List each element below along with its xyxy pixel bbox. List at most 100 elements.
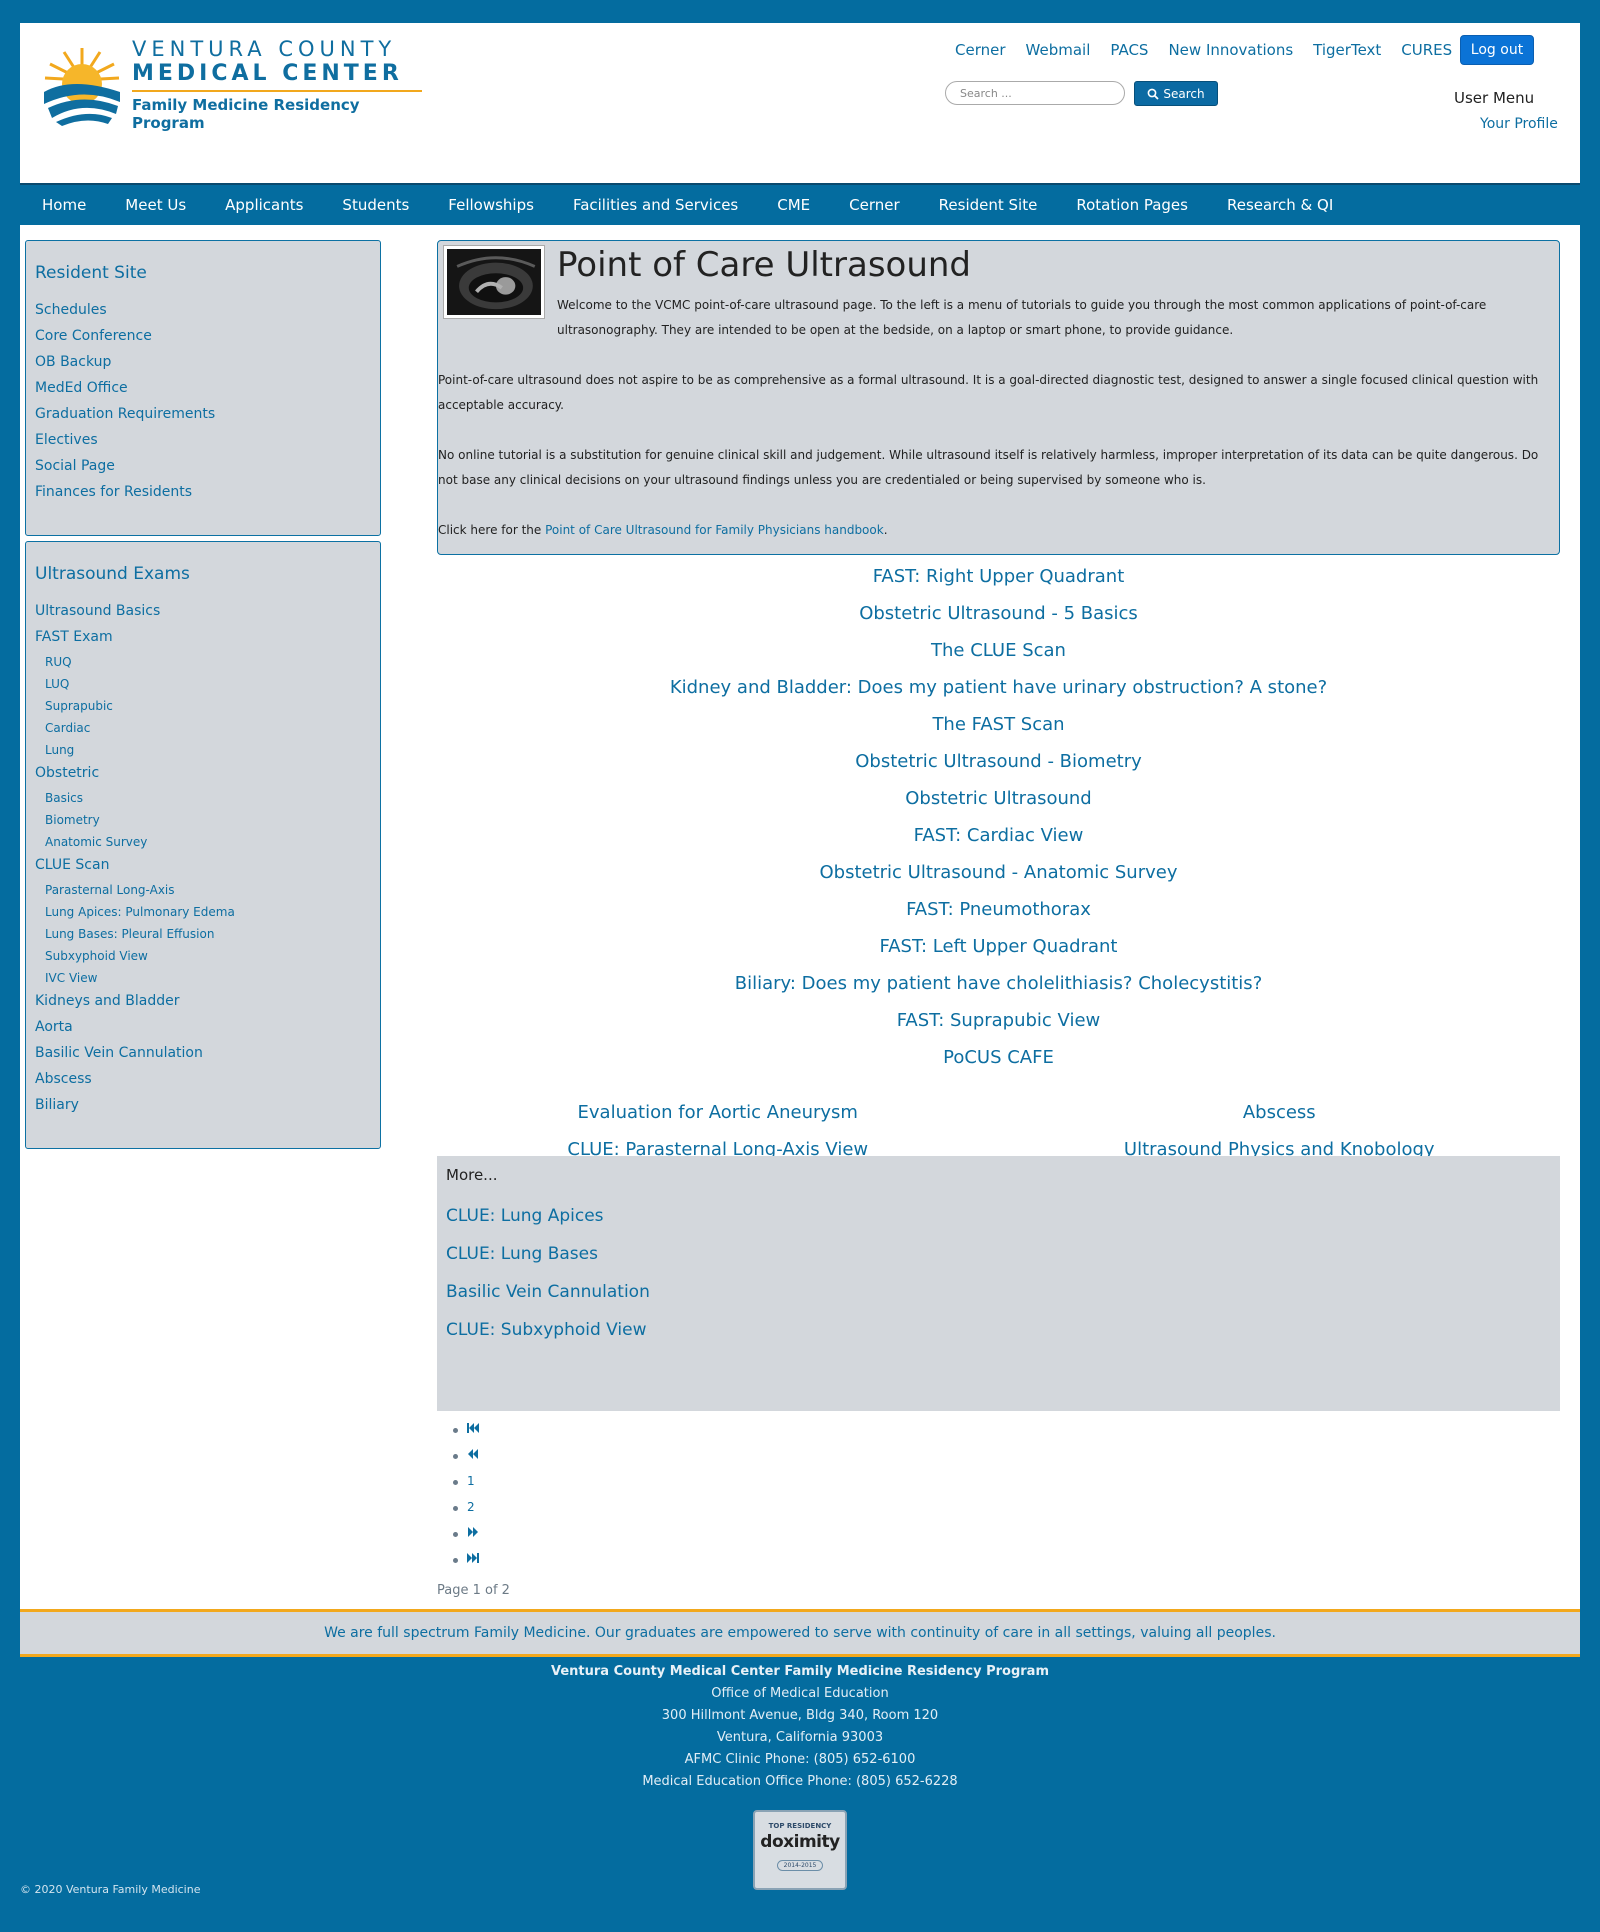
- nav-rotation-pages[interactable]: Rotation Pages: [1076, 196, 1188, 214]
- utility-link-pacs[interactable]: PACS: [1110, 40, 1148, 60]
- sidebar-item-clue-scan[interactable]: CLUE Scan: [35, 855, 371, 881]
- featured-link[interactable]: FAST: Right Upper Quadrant: [437, 558, 1560, 595]
- featured-link[interactable]: Obstetric Ultrasound - Biometry: [437, 743, 1560, 780]
- sidebar-item-kidneys[interactable]: Kidneys and Bladder: [35, 991, 371, 1017]
- utility-link-cures[interactable]: CURES: [1401, 40, 1452, 60]
- sidebar-item-social-page[interactable]: Social Page: [35, 456, 371, 482]
- sidebar-item-graduation[interactable]: Graduation Requirements: [35, 404, 371, 430]
- more-link[interactable]: CLUE: Subxyphoid View: [446, 1320, 1551, 1342]
- nav-students[interactable]: Students: [342, 196, 409, 214]
- sidebar-sub-basics[interactable]: Basics: [35, 789, 371, 811]
- featured-link[interactable]: Evaluation for Aortic Aneurysm: [437, 1094, 999, 1131]
- featured-link[interactable]: FAST: Pneumothorax: [437, 891, 1560, 928]
- featured-link[interactable]: FAST: Cardiac View: [437, 817, 1560, 854]
- sidebar-sub-cardiac[interactable]: Cardiac: [35, 719, 371, 741]
- prev-page-icon: [468, 1449, 478, 1459]
- featured-link[interactable]: The FAST Scan: [437, 706, 1560, 743]
- utility-link-cerner[interactable]: Cerner: [955, 40, 1006, 60]
- search-input[interactable]: Search ...: [945, 81, 1125, 105]
- pager-prev[interactable]: [453, 1445, 479, 1471]
- sidebar-sub-ruq[interactable]: RUQ: [35, 653, 371, 675]
- sidebar-item-ob-backup[interactable]: OB Backup: [35, 352, 371, 378]
- more-panel: More... CLUE: Lung Apices CLUE: Lung Bas…: [437, 1156, 1560, 1411]
- intro-paragraph-2: Point-of-care ultrasound does not aspire…: [438, 373, 1539, 412]
- featured-link[interactable]: The CLUE Scan: [437, 632, 1560, 669]
- sidebar-sub-biometry[interactable]: Biometry: [35, 811, 371, 833]
- sidebar-sub-suprapubic[interactable]: Suprapubic: [35, 697, 371, 719]
- logo-line-3: Family Medicine Residency Program: [132, 95, 360, 132]
- nav-meet-us[interactable]: Meet Us: [125, 196, 186, 214]
- logo-divider: [132, 89, 422, 92]
- sidebar-item-ultrasound-basics[interactable]: Ultrasound Basics: [35, 601, 371, 627]
- nav-fellowships[interactable]: Fellowships: [448, 196, 534, 214]
- sidebar-item-finances[interactable]: Finances for Residents: [35, 482, 371, 508]
- utility-link-tigertext[interactable]: TigerText: [1313, 40, 1381, 60]
- utility-link-new-innovations[interactable]: New Innovations: [1168, 40, 1293, 60]
- featured-link[interactable]: FAST: Left Upper Quadrant: [437, 928, 1560, 965]
- logo-line-1: VENTURA COUNTY: [132, 36, 397, 61]
- sidebar-item-fast-exam[interactable]: FAST Exam: [35, 627, 371, 653]
- footer-line: Ventura, California 93003: [716, 1730, 884, 1745]
- sidebar-item-electives[interactable]: Electives: [35, 430, 371, 456]
- featured-link[interactable]: Kidney and Bladder: Does my patient have…: [437, 669, 1560, 706]
- pager-page-2[interactable]: 2: [453, 1497, 479, 1523]
- sidebar-item-meded-office[interactable]: MedEd Office: [35, 378, 371, 404]
- sidebar-item-abscess[interactable]: Abscess: [35, 1069, 371, 1095]
- sidebar-sub-lung-bases[interactable]: Lung Bases: Pleural Effusion: [35, 925, 371, 947]
- pager-last[interactable]: [453, 1549, 479, 1575]
- featured-link[interactable]: PoCUS CAFE: [437, 1039, 1560, 1076]
- featured-link[interactable]: Obstetric Ultrasound - Anatomic Survey: [437, 854, 1560, 891]
- sidebar-item-schedules[interactable]: Schedules: [35, 300, 371, 326]
- more-link[interactable]: CLUE: Lung Bases: [446, 1244, 1551, 1266]
- sidebar-sub-anatomic-survey[interactable]: Anatomic Survey: [35, 833, 371, 855]
- featured-link[interactable]: Abscess: [999, 1094, 1561, 1131]
- nav-home[interactable]: Home: [42, 196, 86, 214]
- handbook-prefix: Click here for the: [438, 523, 546, 537]
- featured-link[interactable]: Obstetric Ultrasound - 5 Basics: [437, 595, 1560, 632]
- logout-button[interactable]: Log out: [1460, 35, 1534, 65]
- user-menu-title: User Menu: [1454, 89, 1535, 107]
- copyright: © 2020 Ventura Family Medicine: [20, 1883, 201, 1896]
- sidebar-item-core-conference[interactable]: Core Conference: [35, 326, 371, 352]
- sidebar-sub-subxyphoid[interactable]: Subxyphoid View: [35, 947, 371, 969]
- page-shell: VENTURA COUNTY MEDICAL CENTER Family Med…: [20, 23, 1580, 1611]
- mission-banner: We are full spectrum Family Medicine. Ou…: [20, 1609, 1580, 1657]
- featured-links-row: Evaluation for Aortic Aneurysm Abscess: [437, 1094, 1560, 1131]
- search-button[interactable]: Search: [1134, 81, 1218, 106]
- sidebar-sub-ivc[interactable]: IVC View: [35, 969, 371, 991]
- sidebar-sub-lung-apices[interactable]: Lung Apices: Pulmonary Edema: [35, 903, 371, 925]
- more-title: More...: [446, 1166, 498, 1184]
- ultrasound-image: [447, 249, 541, 315]
- nav-cerner[interactable]: Cerner: [849, 196, 900, 214]
- pager-first[interactable]: [453, 1419, 479, 1445]
- pager-next[interactable]: [453, 1523, 479, 1549]
- sidebar-ultrasound-title: Ultrasound Exams: [35, 564, 190, 584]
- more-link[interactable]: CLUE: Lung Apices: [446, 1206, 1551, 1228]
- sidebar-item-aorta[interactable]: Aorta: [35, 1017, 371, 1043]
- intro-paragraph-3: No online tutorial is a substitution for…: [438, 448, 1539, 487]
- nav-facilities[interactable]: Facilities and Services: [573, 196, 738, 214]
- more-link[interactable]: Basilic Vein Cannulation: [446, 1282, 1551, 1304]
- nav-research-qi[interactable]: Research & QI: [1227, 196, 1333, 214]
- featured-link[interactable]: Biliary: Does my patient have cholelithi…: [437, 965, 1560, 1002]
- doximity-badge[interactable]: TOP RESIDENCY doximity 2014-2015: [753, 1810, 847, 1890]
- sidebar-item-basilic[interactable]: Basilic Vein Cannulation: [35, 1043, 371, 1069]
- site-logo[interactable]: VENTURA COUNTY MEDICAL CENTER Family Med…: [42, 36, 422, 132]
- page-title: Point of Care Ultrasound: [557, 245, 972, 285]
- nav-resident-site[interactable]: Resident Site: [939, 196, 1038, 214]
- utility-link-webmail[interactable]: Webmail: [1026, 40, 1091, 60]
- handbook-link[interactable]: Point of Care Ultrasound for Family Phys…: [545, 523, 884, 537]
- nav-applicants[interactable]: Applicants: [225, 196, 303, 214]
- your-profile-link[interactable]: Your Profile: [1480, 116, 1558, 132]
- pager-page-1[interactable]: 1: [453, 1471, 479, 1497]
- featured-link[interactable]: FAST: Suprapubic View: [437, 1002, 1560, 1039]
- sidebar-sub-luq[interactable]: LUQ: [35, 675, 371, 697]
- sidebar-sub-lung[interactable]: Lung: [35, 741, 371, 763]
- featured-link[interactable]: Obstetric Ultrasound: [437, 780, 1560, 817]
- intro-paragraph-4: Click here for the Point of Care Ultraso…: [438, 518, 1548, 543]
- sidebar-sub-parasternal[interactable]: Parasternal Long-Axis: [35, 881, 371, 903]
- page-count: Page 1 of 2: [437, 1583, 510, 1598]
- sidebar-item-obstetric[interactable]: Obstetric: [35, 763, 371, 789]
- nav-cme[interactable]: CME: [777, 196, 810, 214]
- sidebar-item-biliary[interactable]: Biliary: [35, 1095, 371, 1121]
